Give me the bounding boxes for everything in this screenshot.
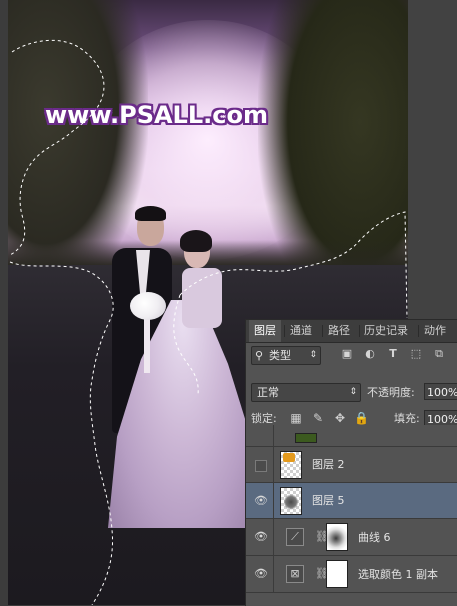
opacity-label: 不透明度: (367, 386, 415, 399)
bouquet-ribbon (144, 318, 150, 373)
visibility-toggle-off[interactable] (255, 460, 267, 472)
workspace-background (408, 0, 457, 320)
eye-column-divider (273, 483, 274, 518)
layer-filter-select[interactable]: ⚲ 类型 ⇕ (251, 346, 321, 365)
layer-row[interactable]: 图层 2 (246, 447, 457, 483)
tab-paths[interactable]: 路径 (323, 320, 355, 342)
selective-color-adjustment-icon: ⊠ (286, 565, 304, 583)
chevron-updown-icon: ⇕ (309, 350, 317, 360)
layer-name[interactable]: 图层 5 (312, 494, 345, 508)
layer-name[interactable]: 图层 2 (312, 458, 345, 472)
lock-image-icon[interactable]: ✎ (311, 411, 325, 425)
layer-name[interactable]: 选取颜色 1 副本 (358, 568, 438, 582)
smart-object-filter-icon[interactable]: ⧉ (432, 347, 446, 361)
eye-icon[interactable]: 👁 (253, 494, 269, 508)
layer-thumbnail (295, 433, 317, 443)
search-icon: ⚲ (255, 349, 264, 362)
eye-icon[interactable]: 👁 (253, 530, 269, 544)
eye-column-divider (273, 556, 274, 592)
layers-panel: 图层 通道 路径 历史记录 动作 ⚲ 类型 ⇕ ▣ ◐ T ⬚ ⧉ 正常 ⇕ 不… (245, 319, 457, 606)
panel-tabs: 图层 通道 路径 历史记录 动作 (246, 320, 457, 343)
layer-thumbnail (280, 487, 302, 515)
layer-row-selected[interactable]: 👁 图层 5 (246, 483, 457, 519)
chevron-updown-icon: ⇕ (349, 387, 357, 397)
watermark: www.PSALL.com (45, 101, 268, 129)
opacity-input[interactable]: 100% (424, 383, 457, 400)
blend-mode-select[interactable]: 正常 ⇕ (251, 383, 361, 402)
link-icon[interactable]: ⛓ (315, 567, 329, 581)
type-filter-icon[interactable]: T (386, 347, 400, 361)
layer-thumbnail (280, 451, 302, 479)
eye-column-divider (273, 519, 274, 555)
layer-mask-thumbnail[interactable] (326, 560, 348, 588)
bride-torso (182, 268, 222, 328)
layer-row[interactable]: 👁 ⊠ ⛓ 选取颜色 1 副本 (246, 556, 457, 593)
tab-channels[interactable]: 通道 (285, 320, 317, 342)
eye-column-divider (273, 447, 274, 482)
curves-adjustment-icon: ⟋ (286, 528, 304, 546)
bouquet (130, 292, 166, 320)
eye-column-divider (273, 425, 274, 446)
bride-hair (180, 230, 212, 252)
filter-row: ⚲ 类型 ⇕ ▣ ◐ T ⬚ ⧉ (246, 343, 457, 367)
blend-mode-value: 正常 (257, 386, 279, 399)
groom-hair (135, 206, 166, 221)
adjustment-filter-icon[interactable]: ◐ (363, 347, 377, 361)
link-icon[interactable]: ⛓ (315, 530, 329, 544)
lock-position-icon[interactable]: ✥ (333, 411, 347, 425)
layer-mask-thumbnail[interactable] (326, 523, 348, 551)
image-filter-icon[interactable]: ▣ (340, 347, 354, 361)
shape-filter-icon[interactable]: ⬚ (409, 347, 423, 361)
tab-actions[interactable]: 动作 (419, 320, 451, 342)
tab-history[interactable]: 历史记录 (359, 320, 413, 342)
layer-row[interactable] (246, 425, 457, 447)
layer-row[interactable]: 👁 ⟋ ⛓ 曲线 6 (246, 519, 457, 556)
eye-icon[interactable]: 👁 (253, 567, 269, 581)
lock-all-icon[interactable]: 🔒 (354, 411, 369, 425)
lock-transparent-icon[interactable]: ▦ (289, 411, 303, 425)
layer-name[interactable]: 曲线 6 (358, 531, 391, 545)
blend-row: 正常 ⇕ 不透明度: 100% (246, 379, 457, 404)
layers-list: 图层 2 👁 图层 5 👁 ⟋ ⛓ 曲线 6 👁 ⊠ ⛓ 选取颜色 1 副本 (246, 425, 457, 606)
layer-filter-value: 类型 (269, 349, 291, 362)
tab-layers[interactable]: 图层 (249, 320, 281, 342)
